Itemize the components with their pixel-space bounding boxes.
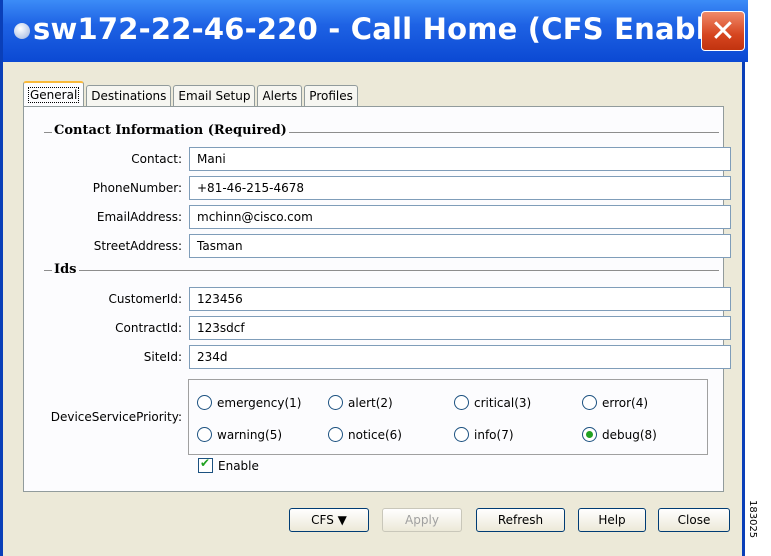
contact-label: Contact: [131,152,182,166]
radio-critical[interactable]: critical(3) [454,395,531,410]
radio-info[interactable]: info(7) [454,427,514,442]
radio-error-label: error(4) [602,395,649,410]
radio-alert[interactable]: alert(2) [328,395,393,410]
enable-checkbox[interactable]: Enable [198,456,259,473]
email-field[interactable]: mchinn@cisco.com [189,205,731,229]
radio-circle-icon [454,395,469,410]
tab-email-setup-label: Email Setup [178,89,251,103]
tab-destinations-label: Destinations [91,89,167,103]
tab-alerts-label: Alerts [262,89,298,103]
ids-group-divider [44,270,719,271]
radio-critical-label: critical(3) [474,395,532,410]
customer-id-label: CustomerId: [108,292,183,306]
close-window-button[interactable]: ✕ [701,11,745,51]
radio-emergency-label: emergency(1) [217,395,302,410]
priority-radio-group: emergency(1) alert(2) critical(3) error(… [188,379,708,455]
priority-label: DeviceServicePriority: [50,410,182,424]
tab-general[interactable]: General [23,81,85,106]
checkmark-icon [198,456,213,473]
radio-warning[interactable]: warning(5) [197,427,282,442]
radio-debug[interactable]: debug(8) [582,427,657,442]
call-home-dialog: sw172-22-46-220 - Call Home (CFS Enabled… [0,0,760,556]
radio-debug-label: debug(8) [602,427,657,442]
tab-bar: General Destinations Email Setup Alerts … [23,81,360,106]
radio-emergency[interactable]: emergency(1) [197,395,301,410]
radio-circle-icon [328,395,343,410]
phone-field[interactable]: +81-46-215-4678 [189,176,731,200]
figure-id: 183025 [747,500,758,539]
help-button[interactable]: Help [578,508,646,532]
contract-id-label: ContractId: [115,321,182,335]
enable-label: Enable [218,458,259,473]
contract-id-field[interactable]: 123sdcf [189,316,731,340]
cfs-dropdown-button[interactable]: CFS ▼ [289,508,369,532]
radio-circle-icon [582,395,597,410]
radio-selected-icon [582,427,597,442]
site-id-field[interactable]: 234d [189,345,731,369]
ids-group-title: Ids [52,262,79,277]
refresh-button[interactable]: Refresh [476,508,565,532]
tab-general-label: General [28,86,80,103]
radio-error[interactable]: error(4) [582,395,648,410]
contact-group-title: Contact Information (Required) [52,123,289,138]
radio-info-label: info(7) [474,427,514,442]
street-field[interactable]: Tasman [189,234,731,258]
tab-alerts[interactable]: Alerts [257,85,303,106]
radio-warning-label: warning(5) [217,427,283,442]
title-bar[interactable]: sw172-22-46-220 - Call Home (CFS Enabled… [3,0,760,62]
email-label: EmailAddress: [96,210,182,224]
general-panel: Contact Information (Required) Contact: … [23,106,731,492]
tab-destinations[interactable]: Destinations [86,85,172,106]
customer-id-field[interactable]: 123456 [189,287,731,311]
close-button[interactable]: Close [658,508,730,532]
phone-label: PhoneNumber: [92,181,182,195]
tab-profiles[interactable]: Profiles [304,85,358,106]
app-icon [14,23,30,39]
street-label: StreetAddress: [93,239,182,253]
site-id-label: SiteId: [143,350,182,364]
tab-email-setup[interactable]: Email Setup [173,85,256,106]
window-title: sw172-22-46-220 - Call Home (CFS Enabled… [33,12,761,46]
radio-circle-icon [197,427,212,442]
contact-field[interactable]: Mani [189,147,731,171]
radio-circle-icon [454,427,469,442]
radio-alert-label: alert(2) [348,395,393,410]
tab-profiles-label: Profiles [309,89,353,103]
radio-notice[interactable]: notice(6) [328,427,402,442]
radio-circle-icon [328,427,343,442]
apply-button[interactable]: Apply [382,508,462,532]
radio-circle-icon [197,395,212,410]
radio-notice-label: notice(6) [348,427,402,442]
